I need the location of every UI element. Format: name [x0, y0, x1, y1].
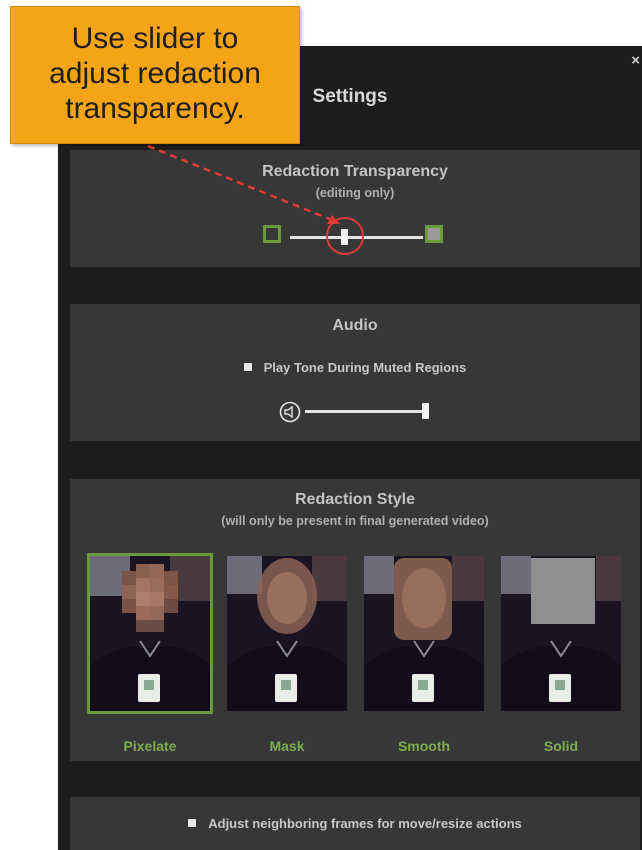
callout-line-2: adjust redaction	[49, 57, 261, 90]
instruction-callout: Use slider to adjust redaction transpare…	[10, 6, 300, 144]
callout-line-1: Use slider to	[71, 22, 239, 55]
callout-line-3: transparency.	[65, 92, 245, 125]
callout-text: Use slider to adjust redaction transpare…	[11, 21, 299, 126]
